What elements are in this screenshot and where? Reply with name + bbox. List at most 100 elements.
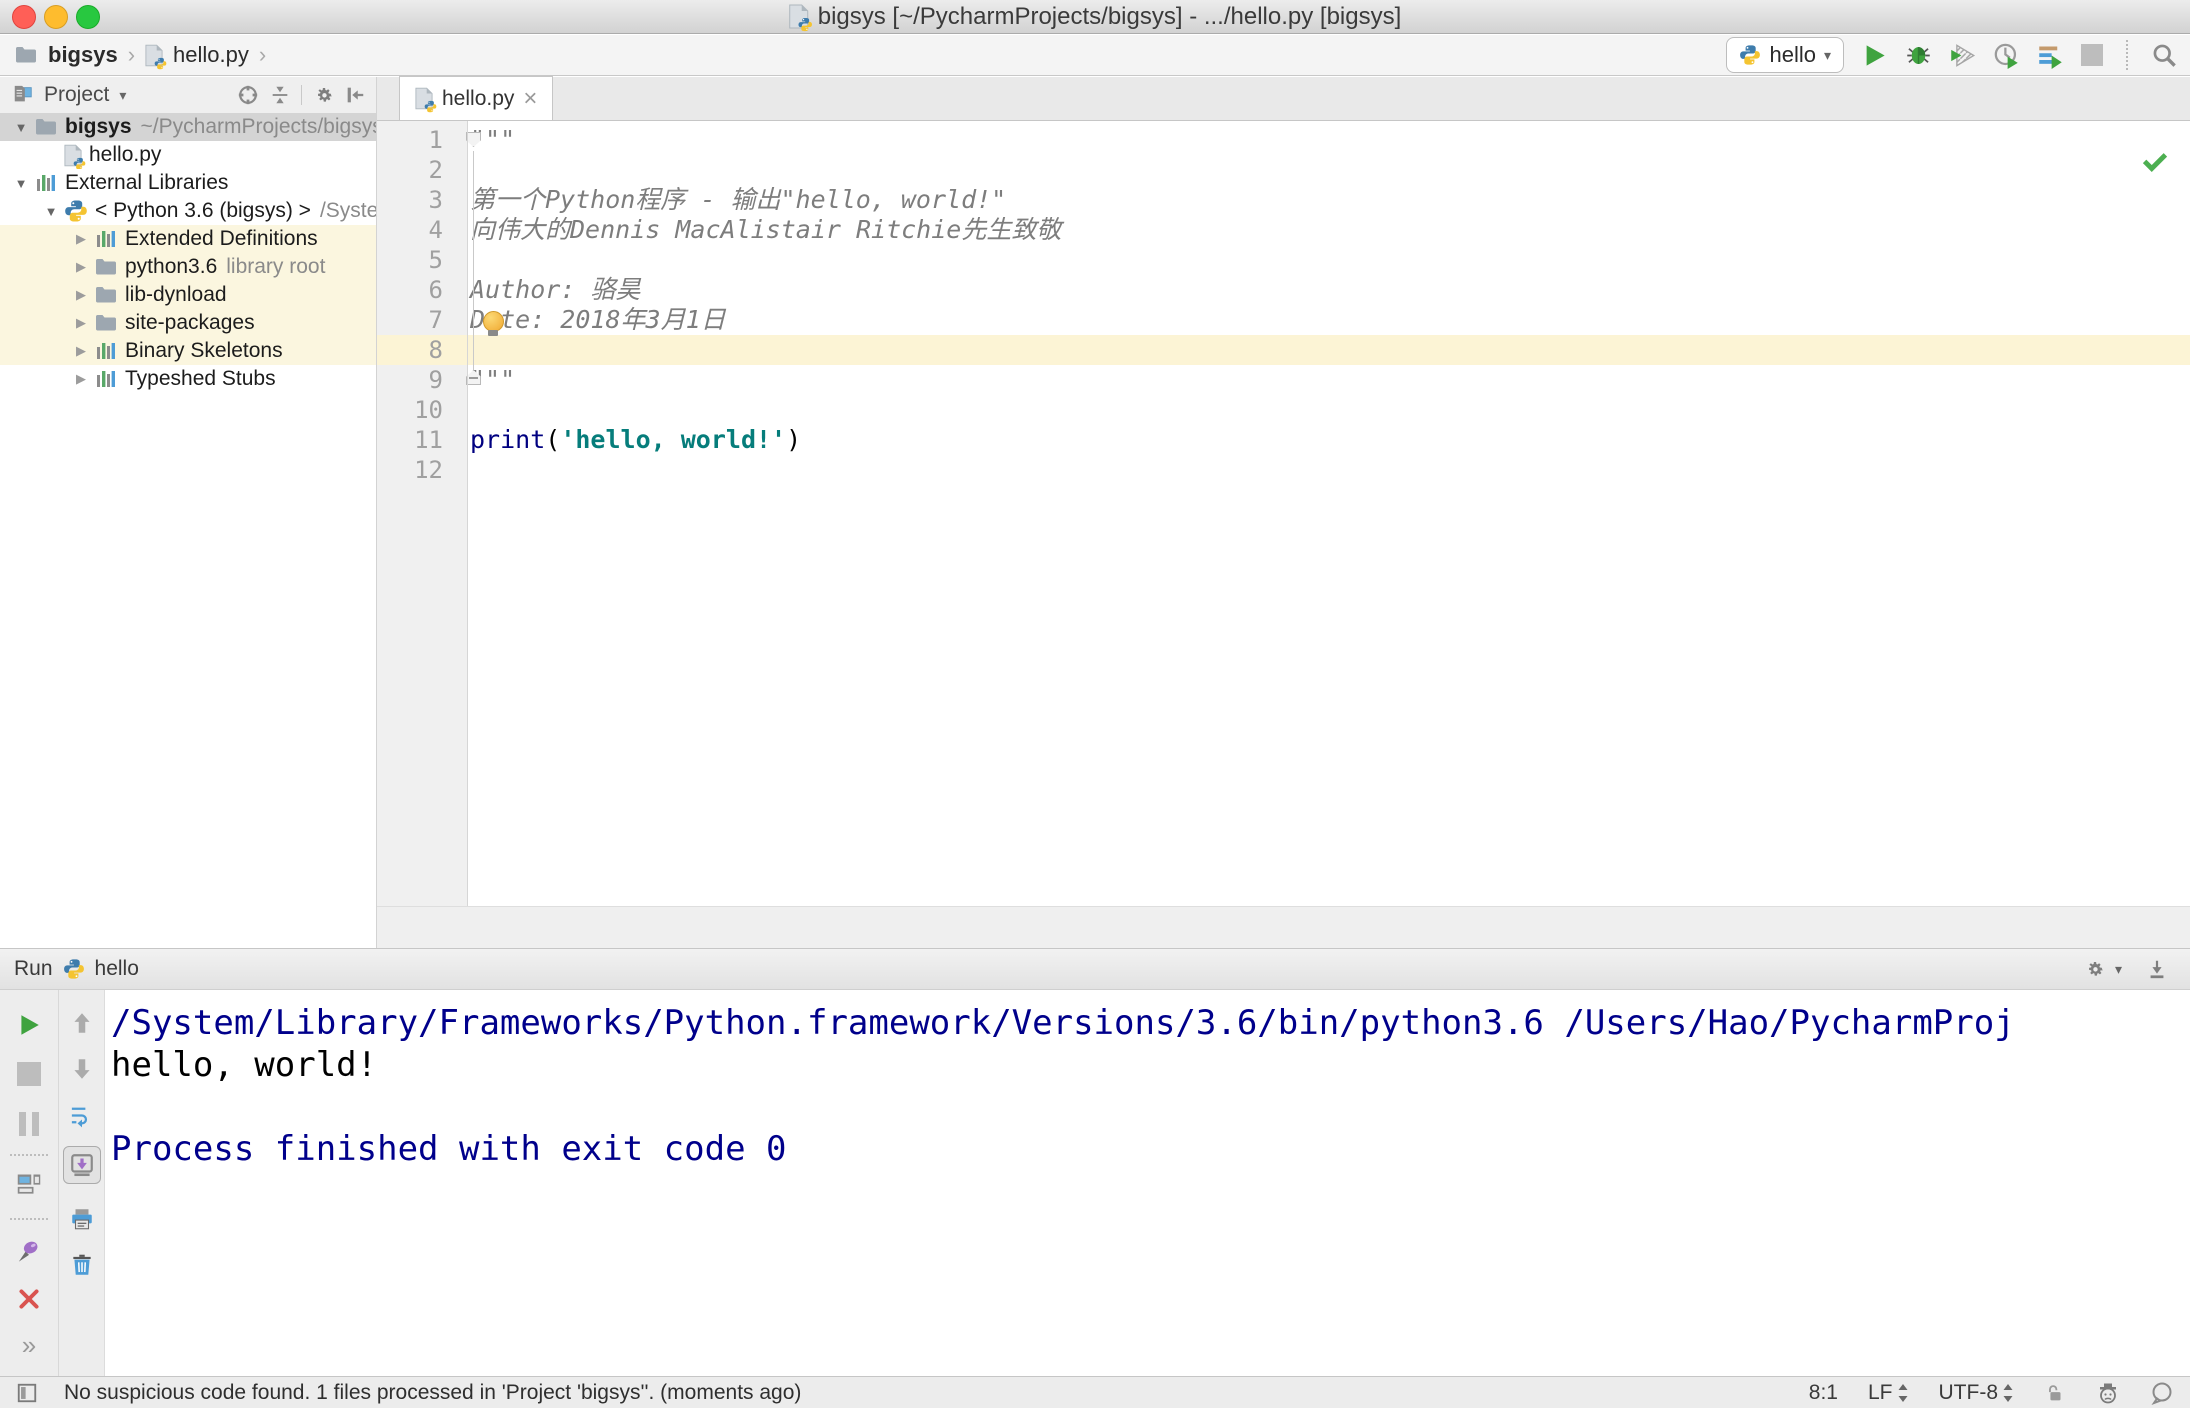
breadcrumb-project[interactable]: bigsys — [48, 42, 118, 68]
chevron-right-icon: › — [127, 42, 136, 67]
zoom-window-button[interactable] — [76, 5, 100, 29]
project-view-icon — [12, 84, 34, 106]
tree-expand-arrow[interactable]: ▶ — [68, 315, 94, 331]
chevron-down-icon[interactable]: ▾ — [119, 87, 126, 104]
run-toolbar: hello ▾ — [1726, 35, 2178, 75]
python-file-icon — [789, 4, 809, 29]
tree-item-python36[interactable]: ▶ python3.6 library root — [0, 253, 376, 281]
print-button[interactable] — [69, 1206, 95, 1232]
line-separator-widget[interactable]: LF — [1868, 1381, 1909, 1405]
tree-expand-arrow[interactable]: ▼ — [8, 120, 34, 135]
gutter-border — [467, 121, 468, 906]
editor-area: hello.py × 1 """ 2 3 第一个Python程序 - 输出"hell… — [377, 76, 2190, 948]
library-icon — [34, 171, 58, 195]
breadcrumb-file[interactable]: hello.py — [173, 42, 249, 68]
stop-button — [17, 1062, 41, 1086]
inspections-ok-check-icon[interactable] — [2142, 149, 2168, 175]
run-toolbar-right — [58, 990, 105, 1376]
tree-item-external-libraries[interactable]: ▼ External Libraries — [0, 169, 376, 197]
run-tool-window-title[interactable]: Run — [14, 957, 53, 981]
updown-arrows-icon — [2002, 1383, 2014, 1403]
tab-hello-py[interactable]: hello.py × — [399, 76, 554, 120]
folder-icon — [94, 255, 118, 279]
run-console[interactable]: /System/Library/Frameworks/Python.framew… — [105, 990, 2190, 1376]
scroll-to-end-button[interactable] — [62, 1146, 101, 1184]
folder-icon — [14, 43, 38, 67]
editor-tab-bar: hello.py × — [377, 76, 2190, 121]
code-line: 12 — [414, 456, 443, 484]
tree-item-lib-dynload[interactable]: ▶ lib-dynload — [0, 281, 376, 309]
code-line: 5 — [428, 246, 443, 274]
notifications-bubble-icon[interactable] — [2150, 1381, 2174, 1405]
tree-expand-arrow[interactable]: ▶ — [68, 287, 94, 303]
encoding-widget[interactable]: UTF-8 — [1939, 1381, 2015, 1405]
run-with-coverage-button[interactable] — [1949, 42, 1976, 69]
run-configuration-select[interactable]: hello ▾ — [1726, 37, 1844, 73]
restore-layout-button[interactable] — [16, 1170, 43, 1197]
tree-item-python-sdk[interactable]: ▼ < Python 3.6 (bigsys) > /System — [0, 197, 376, 225]
hide-panel-icon[interactable] — [344, 84, 366, 106]
code-lines: 1 """ 2 3 第一个Python程序 - 输出"hello, world!" … — [377, 121, 2190, 485]
tree-expand-arrow[interactable]: ▶ — [68, 259, 94, 275]
tree-item-hello-py[interactable]: hello.py — [0, 141, 376, 169]
close-tool-window-button[interactable] — [16, 1286, 42, 1312]
tree-item-typeshed-stubs[interactable]: ▶ Typeshed Stubs — [0, 365, 376, 393]
breadcrumb: bigsys › hello.py › — [14, 42, 266, 68]
soft-wrap-button[interactable] — [68, 1102, 95, 1129]
window-title-text: bigsys [~/PycharmProjects/bigsys] - .../… — [817, 2, 1402, 30]
tree-expand-arrow[interactable]: ▶ — [68, 371, 94, 387]
status-widgets: 8:1 LF UTF-8 — [1809, 1381, 2174, 1405]
minimize-window-button[interactable] — [44, 5, 68, 29]
project-view-title[interactable]: Project — [44, 83, 109, 107]
fold-region-line — [473, 151, 474, 373]
caret-position[interactable]: 8:1 — [1809, 1381, 1838, 1405]
code-line: 3 第一个Python程序 - 输出"hello, world!" — [428, 185, 1007, 214]
tree-expand-arrow[interactable]: ▼ — [8, 176, 34, 191]
clear-all-button[interactable] — [69, 1252, 95, 1278]
tree-item-bigsys[interactable]: ▼ bigsys ~/PycharmProjects/bigsys — [0, 113, 376, 141]
close-tab-icon[interactable]: × — [523, 86, 537, 111]
collapse-all-icon[interactable] — [269, 84, 291, 106]
up-stack-trace-button[interactable] — [69, 1010, 95, 1036]
code-line: 2 — [428, 156, 443, 184]
run-toolbar-left: » — [0, 990, 58, 1376]
search-everywhere-icon[interactable] — [2151, 42, 2178, 69]
navigation-bar: bigsys › hello.py › hello ▾ — [0, 35, 2190, 76]
hide-panel-icon[interactable] — [2146, 958, 2168, 980]
tree-expand-arrow[interactable]: ▼ — [38, 204, 64, 219]
gear-icon[interactable] — [312, 84, 334, 106]
editor-bottom-strip — [377, 906, 2190, 948]
close-window-button[interactable] — [12, 5, 36, 29]
toolbar-separator — [10, 1154, 48, 1156]
locate-file-icon[interactable] — [237, 84, 259, 106]
concurrency-diagram-button[interactable] — [2037, 42, 2064, 69]
header-divider — [301, 85, 302, 105]
status-bar: No suspicious code found. 1 files proces… — [0, 1376, 2190, 1408]
updown-arrows-icon — [1897, 1383, 1909, 1403]
pin-tab-button[interactable] — [16, 1238, 43, 1265]
profile-button[interactable] — [1993, 42, 2020, 69]
gear-icon[interactable] — [2083, 958, 2105, 980]
tree-item-site-packages[interactable]: ▶ site-packages — [0, 309, 376, 337]
code-line: 11 print('hello, world!') — [414, 425, 802, 454]
tool-window-switcher-icon[interactable] — [16, 1382, 38, 1404]
tree-item-extended-definitions[interactable]: ▶ Extended Definitions — [0, 225, 376, 253]
tree-expand-arrow[interactable]: ▶ — [68, 231, 94, 247]
chevron-down-icon[interactable]: ▾ — [2115, 961, 2122, 978]
editor[interactable]: 1 """ 2 3 第一个Python程序 - 输出"hello, world!" … — [377, 121, 2190, 906]
toolbar-separator — [10, 1218, 48, 1220]
traffic-lights — [12, 5, 100, 29]
python-file-icon — [415, 87, 433, 110]
down-stack-trace-button[interactable] — [69, 1056, 95, 1082]
more-actions-button[interactable]: » — [22, 1330, 36, 1361]
unlock-icon[interactable] — [2044, 1382, 2066, 1404]
hector-inspector-icon[interactable] — [2096, 1381, 2120, 1405]
code-line: 9 """ — [428, 365, 516, 394]
project-tool-window-header: Project ▾ — [0, 77, 376, 113]
tree-expand-arrow[interactable]: ▶ — [68, 343, 94, 359]
intention-bulb-icon[interactable] — [481, 311, 505, 336]
tree-item-binary-skeletons[interactable]: ▶ Binary Skeletons — [0, 337, 376, 365]
rerun-button[interactable] — [16, 1012, 42, 1038]
debug-button[interactable] — [1905, 42, 1932, 69]
run-button[interactable] — [1861, 42, 1888, 69]
